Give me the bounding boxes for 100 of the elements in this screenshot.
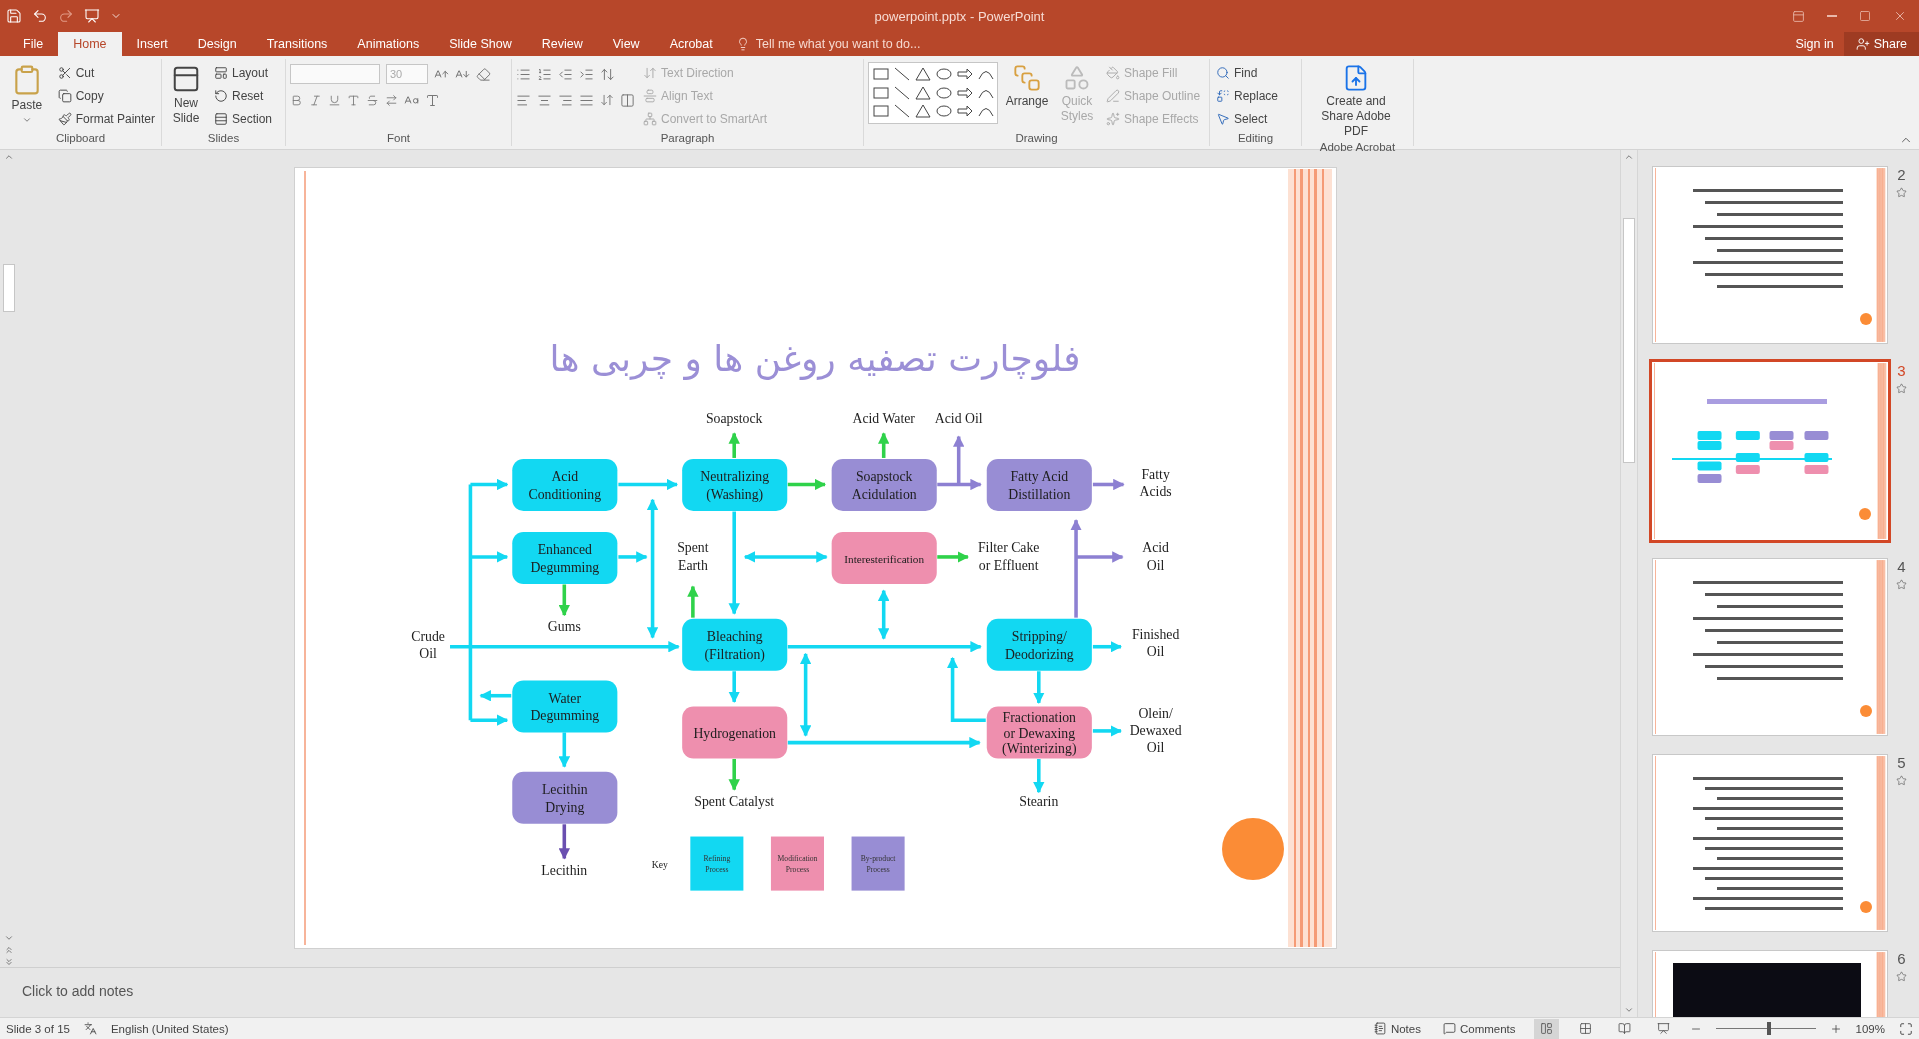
paste-button[interactable]: Paste [4, 62, 50, 132]
comments-button[interactable]: Comments [1438, 1018, 1520, 1039]
ribbon-tab[interactable]: Transitions [251, 32, 343, 56]
close-icon [1893, 9, 1907, 23]
shape-icon [956, 66, 974, 82]
slide-command[interactable]: Layout [212, 62, 275, 83]
normal-view-button[interactable] [1533, 1018, 1559, 1039]
group-label: Drawing [1014, 132, 1059, 146]
star-icon [1896, 383, 1907, 394]
zoom-thumb[interactable] [1766, 1022, 1771, 1035]
align-center-icon [537, 92, 552, 108]
share-button[interactable]: Share [1843, 32, 1919, 56]
flow-arrow [728, 432, 740, 458]
window-title: powerpoint.pptx - PowerPoint [873, 8, 1046, 24]
slide-thumbnail[interactable] [1649, 359, 1891, 543]
slide-icon [171, 64, 201, 94]
clear-format-icon [476, 66, 491, 82]
scroll-down-icon [1624, 1005, 1634, 1015]
create-pdf-button[interactable]: Create and Share Adobe PDF [1306, 62, 1406, 141]
text-direction-icon [643, 65, 657, 80]
group-label: Editing [1236, 132, 1275, 146]
slide-thumbnail[interactable] [1652, 166, 1888, 344]
increase-indent-icon [579, 66, 594, 82]
shape-icon [872, 103, 890, 120]
italic-icon [309, 93, 322, 107]
arrange-icon [1013, 64, 1041, 92]
grid-icon [1578, 1022, 1592, 1035]
tell-me-field[interactable]: Tell me what you want to do... [735, 32, 954, 56]
ribbon-tab[interactable]: File [8, 32, 59, 56]
scroll-down-icon [4, 933, 14, 943]
star-icon [1896, 187, 1907, 198]
presentation-icon [84, 8, 100, 24]
slide-title: فلوچارت تصفیه روغن ها و چربی ها [548, 338, 1082, 379]
legend-swatch: Refining Process [689, 836, 743, 891]
slide-command[interactable]: Section [212, 108, 275, 129]
zoom-level: 109% [1855, 1022, 1885, 1035]
scroll-thumb[interactable] [1623, 218, 1635, 463]
ribbon-tab[interactable]: Home [58, 32, 122, 56]
slide-number: 3 [1897, 362, 1906, 379]
shape-icon [893, 66, 911, 82]
shapes-gallery[interactable] [868, 62, 998, 124]
align-right-icon [558, 92, 573, 108]
output-label: Finished Oil [1131, 627, 1179, 660]
editing-command[interactable]: Replace [1214, 85, 1281, 106]
comment-icon [1442, 1022, 1456, 1035]
shape-icon [914, 84, 932, 101]
align-text-icon [643, 88, 657, 103]
output-label: Lecithin [540, 863, 587, 879]
layout-icon [214, 65, 228, 80]
spelling-icon [83, 1022, 97, 1035]
shape-icon [914, 66, 932, 82]
notes-button[interactable]: Notes [1369, 1018, 1425, 1039]
previous-slide-icon [4, 945, 14, 955]
save-icon [6, 8, 22, 24]
ribbon-tab[interactable]: Review [526, 32, 598, 56]
process-node: Hydrogenation [681, 706, 787, 759]
output-label: Acid Water [851, 411, 915, 427]
process-node: Soapstock Acidulation [831, 459, 937, 511]
circle-decoration [1860, 705, 1872, 717]
clipboard-command[interactable]: Copy [55, 85, 157, 106]
process-node: Acid Conditioning [511, 459, 617, 511]
pointer-icon [1216, 111, 1230, 126]
clipboard-command[interactable]: Cut [55, 62, 157, 83]
circle-decoration [1860, 313, 1872, 325]
ribbon-tab[interactable]: Insert [121, 32, 183, 56]
flow-arrow [728, 671, 740, 703]
slide-thumbnail[interactable] [1652, 754, 1888, 932]
sparkles-icon [1106, 111, 1120, 126]
ribbon-tab[interactable]: Slide Show [434, 32, 527, 56]
process-node: Lecithin Drying [511, 771, 617, 824]
slide-thumbnail[interactable] [1652, 558, 1888, 736]
paintbrush-icon [57, 111, 72, 126]
clipboard-command[interactable]: Format Painter [55, 108, 157, 129]
arrange-button[interactable]: Arrange [1004, 62, 1050, 132]
flow-arrow [558, 824, 570, 860]
numbering-icon [537, 66, 552, 82]
scroll-thumb[interactable] [3, 264, 15, 312]
flow-arrow [728, 759, 740, 791]
shape-icon [935, 66, 953, 82]
output-label: Gums [547, 618, 581, 634]
ribbon-tab[interactable]: Animations [342, 32, 435, 56]
editing-command[interactable]: Select [1214, 108, 1281, 129]
font-name-field[interactable] [290, 64, 380, 84]
circle-decoration [1860, 901, 1872, 913]
ribbon-tab[interactable]: Acrobat [654, 32, 728, 56]
process-node: Enhanced Degumming [511, 531, 617, 584]
pen-icon [1106, 88, 1120, 103]
ribbon-tab[interactable]: Design [182, 32, 252, 56]
shape-icon [893, 84, 911, 101]
shape-icon [914, 103, 932, 120]
new-slide-button[interactable]: New Slide [166, 62, 206, 132]
slide-number: 6 [1897, 950, 1906, 967]
shape-icon [872, 84, 890, 101]
next-slide-icon [4, 957, 14, 967]
slide-command[interactable]: Reset [212, 85, 275, 106]
editing-command[interactable]: Find [1214, 62, 1281, 83]
undo-icon [32, 8, 48, 24]
sign-in-link[interactable]: Sign in [1785, 37, 1844, 51]
output-label: Olein/ Dewaxed Oil [1129, 705, 1182, 756]
ribbon-tab[interactable]: View [597, 32, 655, 56]
